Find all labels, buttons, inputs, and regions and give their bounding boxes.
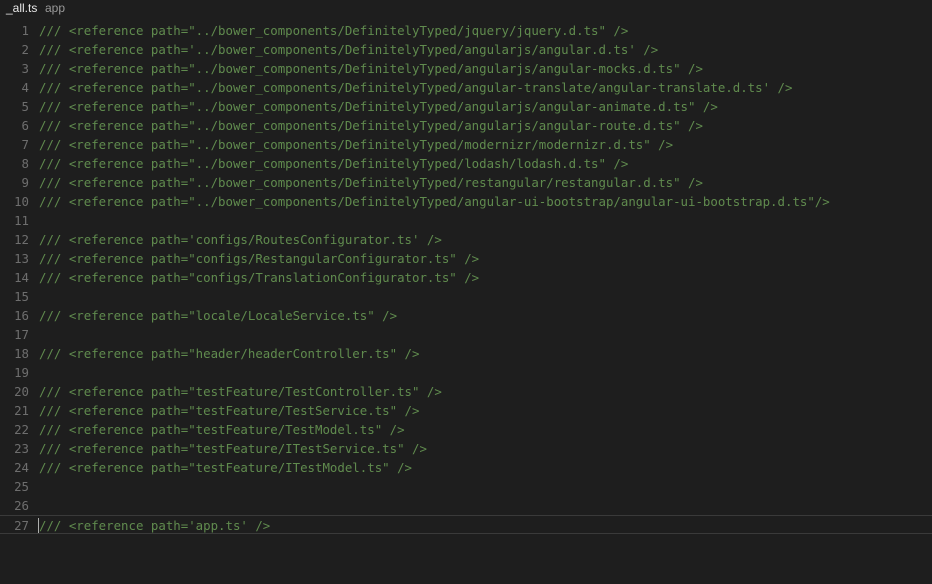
code-text[interactable]: /// <reference path="../bower_components… xyxy=(39,78,792,97)
code-text[interactable]: /// <reference path="../bower_components… xyxy=(39,116,703,135)
code-line[interactable]: 26 xyxy=(0,496,932,515)
code-line[interactable]: 23 /// <reference path="testFeature/ITest… xyxy=(0,439,932,458)
code-text[interactable]: /// <reference path="testFeature/ITestMo… xyxy=(39,458,412,477)
line-number: 21 xyxy=(14,403,29,418)
line-number: 1 xyxy=(21,23,29,38)
line-number: 22 xyxy=(14,422,29,437)
code-line[interactable]: 5 /// <reference path="../bower_component… xyxy=(0,97,932,116)
line-number: 5 xyxy=(21,99,29,114)
code-text[interactable]: /// <reference path="../bower_components… xyxy=(39,59,703,78)
code-text[interactable]: /// <reference path="testFeature/TestCon… xyxy=(39,382,442,401)
code-line[interactable]: 25 xyxy=(0,477,932,496)
line-number: 25 xyxy=(14,479,29,494)
code-text[interactable]: /// <reference path="../bower_components… xyxy=(39,192,830,211)
code-line[interactable]: 18 /// <reference path="header/headerCont… xyxy=(0,344,932,363)
code-line[interactable]: 3 /// <reference path="../bower_component… xyxy=(0,59,932,78)
code-line[interactable]: 10 /// <reference path="../bower_componen… xyxy=(0,192,932,211)
code-line[interactable]: 14 /// <reference path="configs/Translati… xyxy=(0,268,932,287)
code-line[interactable]: 6 /// <reference path="../bower_component… xyxy=(0,116,932,135)
file-name-title[interactable]: _all.ts xyxy=(6,0,37,16)
line-number: 27 xyxy=(14,518,29,533)
line-number: 14 xyxy=(14,270,29,285)
code-line[interactable]: 9 /// <reference path="../bower_component… xyxy=(0,173,932,192)
code-text[interactable]: /// <reference path="configs/Restangular… xyxy=(39,249,479,268)
line-number: 12 xyxy=(14,232,29,247)
code-text[interactable]: /// <reference path="testFeature/TestMod… xyxy=(39,420,405,439)
line-number: 23 xyxy=(14,441,29,456)
line-number: 15 xyxy=(14,289,29,304)
code-line[interactable]: 15 xyxy=(0,287,932,306)
code-line[interactable]: 19 xyxy=(0,363,932,382)
code-text[interactable]: /// <reference path='app.ts' /> xyxy=(39,516,270,535)
text-cursor xyxy=(38,518,39,533)
line-number: 11 xyxy=(14,213,29,228)
code-text[interactable]: /// <reference path="configs/Translation… xyxy=(39,268,479,287)
line-number: 26 xyxy=(14,498,29,513)
code-editor[interactable]: 1 /// <reference path="../bower_component… xyxy=(0,21,932,584)
code-text[interactable]: /// <reference path="header/headerContro… xyxy=(39,344,419,363)
code-line[interactable]: 1 /// <reference path="../bower_component… xyxy=(0,21,932,40)
code-line[interactable]: 7 /// <reference path="../bower_component… xyxy=(0,135,932,154)
code-line[interactable]: 8 /// <reference path="../bower_component… xyxy=(0,154,932,173)
line-number: 17 xyxy=(14,327,29,342)
line-number: 18 xyxy=(14,346,29,361)
line-number: 7 xyxy=(21,137,29,152)
code-line[interactable]: 4 /// <reference path="../bower_component… xyxy=(0,78,932,97)
line-number: 16 xyxy=(14,308,29,323)
line-number: 9 xyxy=(21,175,29,190)
code-text[interactable]: /// <reference path="testFeature/ITestSe… xyxy=(39,439,427,458)
line-number: 8 xyxy=(21,156,29,171)
code-text[interactable]: /// <reference path='../bower_components… xyxy=(39,40,658,59)
code-line[interactable]: 16 /// <reference path="locale/LocaleServ… xyxy=(0,306,932,325)
code-line[interactable]: 12 /// <reference path='configs/RoutesCon… xyxy=(0,230,932,249)
code-line[interactable]: 22 /// <reference path="testFeature/TestM… xyxy=(0,420,932,439)
title-bar: _all.ts app xyxy=(0,0,932,16)
code-line[interactable]: 13 /// <reference path="configs/Restangul… xyxy=(0,249,932,268)
code-text[interactable]: /// <reference path="../bower_components… xyxy=(39,173,703,192)
line-number: 3 xyxy=(21,61,29,76)
line-number: 20 xyxy=(14,384,29,399)
code-text[interactable]: /// <reference path="testFeature/TestSer… xyxy=(39,401,419,420)
line-number: 6 xyxy=(21,118,29,133)
code-line[interactable]: 27 /// <reference path='app.ts' /> xyxy=(0,515,932,534)
code-text[interactable]: /// <reference path="../bower_components… xyxy=(39,154,628,173)
line-number: 10 xyxy=(14,194,29,209)
code-line[interactable]: 24 /// <reference path="testFeature/ITest… xyxy=(0,458,932,477)
code-line[interactable]: 2 /// <reference path='../bower_component… xyxy=(0,40,932,59)
folder-name-label: app xyxy=(45,1,66,15)
line-number: 2 xyxy=(21,42,29,57)
line-number: 4 xyxy=(21,80,29,95)
code-text[interactable]: /// <reference path='configs/RoutesConfi… xyxy=(39,230,442,249)
line-number: 13 xyxy=(14,251,29,266)
code-text[interactable]: /// <reference path="../bower_components… xyxy=(39,21,628,40)
code-line[interactable]: 21 /// <reference path="testFeature/TestS… xyxy=(0,401,932,420)
code-text[interactable]: /// <reference path="locale/LocaleServic… xyxy=(39,306,397,325)
code-line[interactable]: 17 xyxy=(0,325,932,344)
code-text[interactable]: /// <reference path="../bower_components… xyxy=(39,97,718,116)
code-line[interactable]: 20 /// <reference path="testFeature/TestC… xyxy=(0,382,932,401)
line-number: 19 xyxy=(14,365,29,380)
line-number: 24 xyxy=(14,460,29,475)
code-line[interactable]: 11 xyxy=(0,211,932,230)
code-text[interactable]: /// <reference path="../bower_components… xyxy=(39,135,673,154)
